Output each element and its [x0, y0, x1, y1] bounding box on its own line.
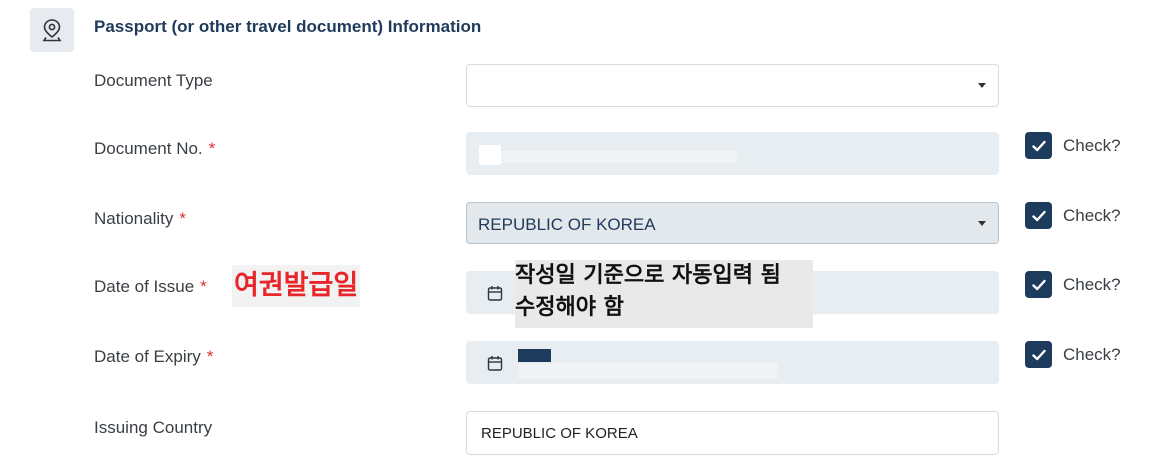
required-marker: * [206, 347, 214, 366]
redacted-value [518, 363, 778, 379]
check-icon [1031, 210, 1046, 221]
check-label: Check? [1063, 135, 1121, 155]
nationality-check[interactable]: Check? [1025, 202, 1121, 229]
checkbox-checked[interactable] [1025, 132, 1052, 159]
document-type-label: Document Type [94, 71, 213, 91]
document-no-label: Document No. * [94, 139, 215, 159]
map-pin-icon [42, 19, 62, 42]
date-of-expiry-check[interactable]: Check? [1025, 341, 1121, 368]
nationality-value: REPUBLIC OF KOREA [478, 215, 656, 234]
check-label: Check? [1063, 274, 1121, 294]
auto-input-annotation: 작성일 기준으로 자동입력 됨 수정해야 함 [515, 260, 813, 328]
document-no-input[interactable] [466, 132, 999, 175]
document-type-label-text: Document Type [94, 71, 213, 90]
date-of-issue-label-text: Date of Issue [94, 277, 195, 296]
chevron-down-icon [978, 221, 986, 226]
required-marker: * [179, 209, 186, 228]
document-no-check[interactable]: Check? [1025, 132, 1121, 159]
date-of-expiry-label: Date of Expiry * [94, 347, 213, 367]
nationality-label: Nationality * [94, 209, 186, 229]
issuing-country-input[interactable]: REPUBLIC OF KOREA [466, 411, 999, 455]
section-title: Passport (or other travel document) Info… [94, 17, 482, 36]
redacted-value [518, 349, 551, 362]
issue-date-annotation: 여권발급일 [232, 265, 361, 307]
check-label: Check? [1063, 205, 1121, 225]
nationality-select[interactable]: REPUBLIC OF KOREA [466, 202, 999, 244]
issuing-country-label-text: Issuing Country [94, 418, 213, 437]
check-label: Check? [1063, 344, 1121, 364]
nationality-label-text: Nationality [94, 209, 174, 228]
issuing-country-value: REPUBLIC OF KOREA [481, 425, 638, 442]
check-icon [1031, 349, 1046, 360]
checkbox-checked[interactable] [1025, 341, 1052, 368]
date-of-issue-label: Date of Issue * [94, 277, 207, 297]
redacted-value [501, 151, 737, 163]
checkbox-checked[interactable] [1025, 271, 1052, 298]
issuing-country-label: Issuing Country [94, 418, 212, 438]
document-no-label-text: Document No. [94, 139, 203, 158]
section-icon-box [30, 8, 74, 52]
check-icon [1031, 140, 1046, 151]
date-of-expiry-label-text: Date of Expiry [94, 347, 201, 366]
required-marker: * [200, 277, 207, 296]
required-marker: * [208, 139, 216, 158]
redacted-value [479, 145, 501, 165]
annotation-line: 작성일 기준으로 자동입력 됨 [515, 263, 781, 288]
annotation-line: 수정해야 함 [515, 295, 624, 320]
calendar-icon[interactable] [487, 355, 503, 377]
document-type-select[interactable] [466, 64, 999, 107]
date-of-expiry-input[interactable] [466, 341, 999, 384]
check-icon [1031, 279, 1046, 290]
chevron-down-icon [978, 83, 986, 88]
calendar-icon[interactable] [487, 285, 503, 307]
date-of-issue-check[interactable]: Check? [1025, 271, 1121, 298]
checkbox-checked[interactable] [1025, 202, 1052, 229]
